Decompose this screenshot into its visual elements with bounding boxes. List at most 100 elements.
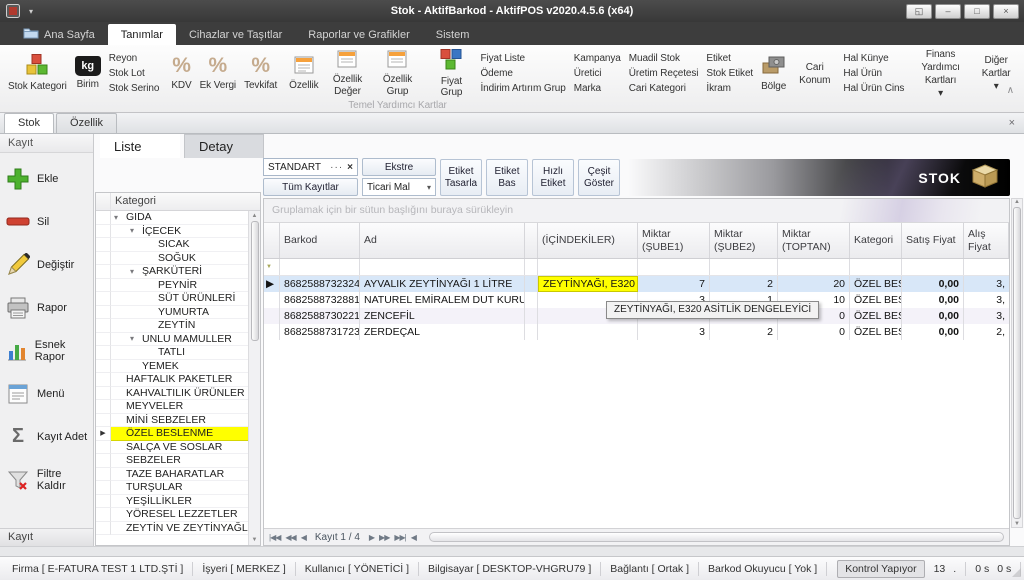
kdv-button[interactable]: % KDV (167, 48, 195, 99)
scroll-down-icon[interactable]: ▼ (252, 537, 258, 543)
vertical-scroll-thumb[interactable] (1013, 207, 1021, 519)
fit-window-icon[interactable]: ◱ (906, 4, 932, 19)
tree-item[interactable]: ▶ÖZEL BESLENME (96, 427, 248, 441)
tree-item[interactable]: ▾ŞARKÜTERİ (96, 265, 248, 279)
ribbon-tab-cihazlar[interactable]: Cihazlar ve Taşıtlar (176, 24, 295, 45)
bolge-button[interactable]: Bölge (757, 48, 790, 99)
tree-expander-icon[interactable]: ▾ (130, 334, 142, 343)
fiyat-grup-button[interactable]: Fiyat Grup (426, 48, 476, 99)
tree-item[interactable]: PEYNİR (96, 279, 248, 293)
scroll-up-icon[interactable]: ▲ (1014, 199, 1020, 205)
table-row[interactable]: ▶8682588732324AYVALIK ZEYTİNYAĞI 1 LİTRE… (264, 276, 1009, 292)
tree-expander-icon[interactable]: ▾ (130, 226, 142, 235)
ribbon-tab-raporlar[interactable]: Raporlar ve Grafikler (295, 24, 422, 45)
pager-prev-icon[interactable]: ◀ (301, 533, 306, 542)
cesit-goster-button[interactable]: Çeşit Göster (578, 159, 620, 196)
sil-button[interactable]: Sil (0, 200, 93, 243)
filter-cell[interactable] (360, 259, 525, 275)
ozellik-deger-button[interactable]: Özellik Değer (322, 48, 372, 99)
stok-kategori-button[interactable]: Stok Kategori (4, 48, 71, 99)
scroll-down-icon[interactable]: ▼ (1014, 521, 1020, 527)
ribbon-tab-ana-sayfa[interactable]: Ana Sayfa (10, 24, 108, 45)
sidebar-footer-kayit[interactable]: Kayıt (0, 528, 93, 546)
tree-expander-icon[interactable]: ▾ (130, 267, 142, 276)
degistir-button[interactable]: Değiştir (0, 243, 93, 286)
filter-cell[interactable] (525, 259, 538, 275)
tree-scroll-thumb[interactable] (251, 221, 259, 341)
menu-button[interactable]: Menü (0, 372, 93, 415)
hal-kunye-link[interactable]: Hal Künye (843, 53, 904, 64)
birim-button[interactable]: kg Birim (71, 48, 105, 99)
reyon-link[interactable]: Reyon (109, 53, 160, 64)
tree-item[interactable]: YEMEK (96, 360, 248, 374)
marka-link[interactable]: Marka (574, 83, 621, 94)
tab-liste[interactable]: Liste (100, 134, 180, 158)
pager-prev-page-icon[interactable]: ◀◀ (285, 533, 295, 542)
esnek-rapor-button[interactable]: Esnek Rapor (0, 329, 93, 372)
filtre-kaldir-button[interactable]: Filtre Kaldır (0, 458, 93, 501)
column-header[interactable]: Miktar (ŞUBE2) (710, 223, 778, 258)
pager-last-icon[interactable]: ▶▶| (394, 533, 405, 542)
column-header[interactable]: Miktar (ŞUBE1) (638, 223, 710, 258)
column-header[interactable]: Satış Fiyat (902, 223, 964, 258)
filter-cell[interactable] (964, 259, 1009, 275)
ozellik-grup-button[interactable]: Özellik Grup (372, 48, 422, 99)
tree-item[interactable]: MİNİ SEBZELER (96, 414, 248, 428)
stok-lot-link[interactable]: Stok Lot (109, 68, 160, 79)
hscroll-left-icon[interactable]: ◀ (411, 533, 416, 542)
tree-item[interactable]: SALÇA VE SOSLAR (96, 441, 248, 455)
column-header[interactable]: Barkod (280, 223, 360, 258)
tab-detay[interactable]: Detay (184, 134, 264, 158)
app-icon[interactable] (6, 4, 20, 18)
etiket-link[interactable]: Etiket (706, 53, 753, 64)
ribbon-collapse-icon[interactable]: ∧ (1007, 85, 1014, 96)
rapor-button[interactable]: Rapor (0, 286, 93, 329)
table-row[interactable]: 8682588731723ZERDEÇAL320ÖZEL BES...0,002… (264, 324, 1009, 340)
hal-urun-link[interactable]: Hal Ürün (843, 68, 904, 79)
finans-yardimci-kartlari-button[interactable]: Finans Yardımcı Kartları ▾ (912, 48, 968, 99)
pager-next-icon[interactable]: ▶ (369, 533, 374, 542)
filter-cell[interactable] (778, 259, 850, 275)
column-header[interactable]: Ad (360, 223, 525, 258)
muadil-stok-link[interactable]: Muadil Stok (629, 53, 699, 64)
stok-serino-link[interactable]: Stok Serino (109, 83, 160, 94)
tree-item[interactable]: ZEYTİN VE ZEYTİNYAĞL... (96, 522, 248, 536)
tree-item[interactable]: SÜT ÜRÜNLERİ (96, 292, 248, 306)
tree-scrollbar[interactable]: ▲ ▼ (248, 211, 260, 545)
tree-item[interactable]: YÖRESEL LEZZETLER (96, 508, 248, 522)
ekstre-button[interactable]: Ekstre (362, 158, 436, 176)
cari-kategori-link[interactable]: Cari Kategori (629, 83, 699, 94)
layout-close-icon[interactable]: × (347, 162, 353, 173)
tree-item[interactable]: ▾İÇECEK (96, 225, 248, 239)
ribbon-tab-tanimlar[interactable]: Tanımlar (108, 24, 176, 45)
tree-item[interactable]: SEBZELER (96, 454, 248, 468)
grid-filter-row[interactable]: ▼ (264, 259, 1009, 276)
pager-first-icon[interactable]: |◀◀ (269, 533, 280, 542)
more-icon[interactable]: ··· (330, 162, 343, 173)
grid-vertical-scrollbar[interactable]: ▲ ▼ (1011, 198, 1023, 528)
close-icon[interactable]: × (993, 4, 1019, 19)
tree-expander-icon[interactable]: ▾ (114, 213, 126, 222)
kayit-adet-button[interactable]: Σ Kayıt Adet (0, 415, 93, 458)
filter-cell[interactable] (710, 259, 778, 275)
hizli-etiket-button[interactable]: Hızlı Etiket (532, 159, 574, 196)
column-header[interactable]: Kategori (850, 223, 902, 258)
ribbon-tab-sistem[interactable]: Sistem (423, 24, 483, 45)
tree-item[interactable]: YUMURTA (96, 306, 248, 320)
document-close-icon[interactable]: × (1009, 117, 1015, 129)
quick-access-dropdown-icon[interactable]: ▾ (29, 7, 33, 16)
cari-konum-button[interactable]: Cari Konum (790, 48, 839, 99)
tree-item[interactable]: TURŞULAR (96, 481, 248, 495)
minimize-icon[interactable]: – (935, 4, 961, 19)
tab-ozellik[interactable]: Özellik (56, 113, 117, 133)
layout-selector[interactable]: STANDART ··· × (263, 158, 358, 176)
maximize-icon[interactable]: □ (964, 4, 990, 19)
stok-etiket-link[interactable]: Stok Etiket (706, 68, 753, 79)
etiket-tasarla-button[interactable]: Etiket Tasarla (440, 159, 482, 196)
resize-grip[interactable] (1012, 568, 1021, 577)
filter-cell[interactable] (902, 259, 964, 275)
tree-item[interactable]: YEŞİLLİKLER (96, 495, 248, 509)
tree-item[interactable]: ▾UNLU MAMULLER (96, 333, 248, 347)
ekle-button[interactable]: Ekle (0, 157, 93, 200)
ticari-mal-dropdown[interactable]: Ticari Mal ▾ (362, 178, 436, 196)
